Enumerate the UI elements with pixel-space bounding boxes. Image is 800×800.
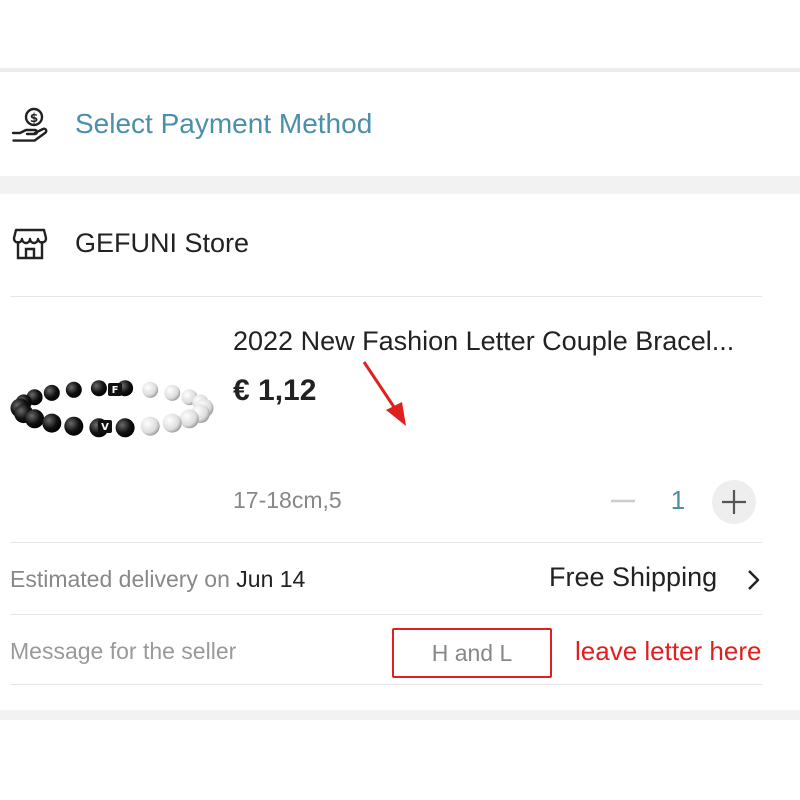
store-name[interactable]: GEFUNI Store [75, 228, 249, 259]
hand-coin-icon: $ [11, 107, 48, 142]
bracelet-bead [64, 416, 84, 436]
bracelet-bead [25, 409, 45, 429]
estimated-delivery-date: Jun 14 [236, 566, 306, 592]
quantity-increase-button[interactable] [712, 480, 756, 524]
divider [10, 614, 762, 615]
storefront-icon [12, 228, 48, 260]
letter-bead-v: V [98, 420, 112, 433]
seller-message-label: Message for the seller [10, 638, 237, 664]
bottom-band [0, 710, 800, 720]
svg-text:F: F [112, 385, 119, 396]
divider [10, 296, 762, 297]
bracelet-bead [42, 413, 62, 433]
chevron-right-icon[interactable] [744, 568, 762, 592]
annotation-arrow [362, 361, 406, 426]
product-title[interactable]: 2022 New Fashion Letter Couple Bracel... [233, 326, 793, 357]
bracelet-bead [164, 384, 181, 401]
bracelet-bead [65, 381, 82, 398]
bead-bracelet-image[interactable]: F V [10, 372, 215, 492]
bracelet-bead [90, 380, 107, 397]
annotation-text: leave letter here [575, 636, 762, 666]
svg-text:$: $ [30, 111, 38, 125]
quantity-value[interactable]: 1 [660, 485, 696, 516]
bracelet-bead [115, 418, 135, 438]
bracelet-bead [43, 384, 60, 401]
payment-method-label: Select Payment Method [75, 108, 373, 139]
divider [10, 542, 762, 543]
product-price: € 1,12 [233, 374, 317, 407]
free-shipping-link[interactable]: Free Shipping [549, 562, 717, 593]
bracelet-bead [162, 413, 182, 433]
store-card: GEFUNI Store F V 2022 New Fashion Letter… [0, 194, 800, 710]
bracelet-bead [179, 409, 199, 429]
payment-method-row[interactable]: $ Select Payment Method [0, 72, 800, 176]
bracelet-bead [142, 381, 159, 398]
estimated-delivery-label: Estimated delivery on [10, 566, 230, 592]
product-variant[interactable]: 17-18cm,5 [233, 487, 342, 514]
seller-message-box[interactable] [392, 628, 552, 678]
bracelet-bead [140, 416, 160, 436]
svg-text:V: V [101, 422, 109, 433]
section-gap [0, 176, 800, 194]
quantity-decrease-button[interactable] [606, 484, 640, 518]
divider [10, 684, 762, 685]
estimated-delivery: Estimated delivery on Jun 14 [10, 566, 305, 593]
seller-message-input[interactable] [394, 630, 550, 676]
letter-bead-f: F [108, 383, 122, 396]
